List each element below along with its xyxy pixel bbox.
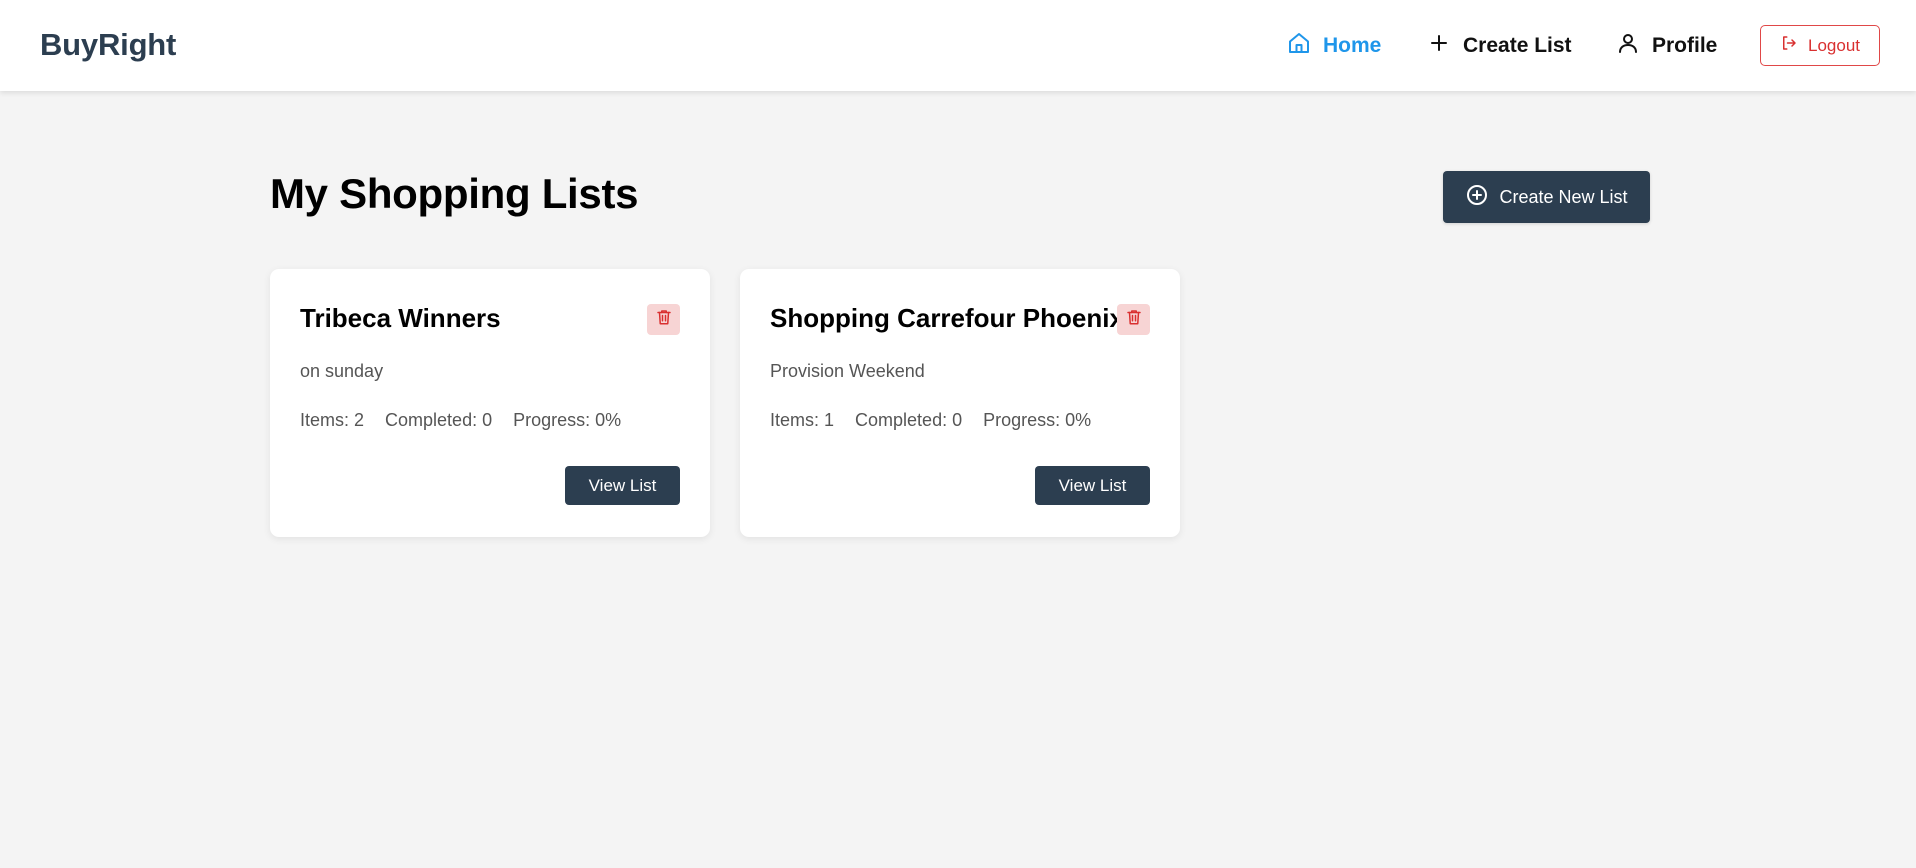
- user-icon: [1616, 31, 1640, 61]
- plus-circle-icon: [1465, 183, 1489, 212]
- list-description: Provision Weekend: [770, 361, 925, 381]
- nav-home[interactable]: Home: [1287, 30, 1381, 62]
- list-title: Tribeca Winners: [300, 303, 501, 333]
- list-progress: Progress: 0%: [513, 410, 622, 430]
- trash-icon: [655, 308, 673, 331]
- logout-button[interactable]: Logout: [1760, 25, 1880, 66]
- shopping-list-card: Tribeca Winners on sunday Items: 2 Compl…: [270, 269, 710, 537]
- trash-icon: [1125, 308, 1143, 331]
- navbar: BuyRight Home Create List Profile Logout: [0, 0, 1916, 91]
- list-progress: Progress: 0%: [983, 410, 1092, 430]
- plus-icon: [1427, 31, 1451, 61]
- delete-list-button[interactable]: [647, 304, 680, 335]
- create-new-list-button[interactable]: Create New List: [1443, 171, 1650, 223]
- create-new-list-label: Create New List: [1499, 186, 1628, 207]
- shopping-list-card: Shopping Carrefour Phoenix Provision Wee…: [740, 269, 1180, 537]
- nav-home-label: Home: [1323, 34, 1382, 57]
- page-title: My Shopping Lists: [270, 170, 639, 217]
- nav-create-list-label: Create List: [1463, 34, 1572, 57]
- nav-create-list[interactable]: Create List: [1427, 30, 1572, 62]
- list-completed-count: Completed: 0: [385, 410, 493, 430]
- list-stats: Items: 1 Completed: 0 Progress: 0%: [770, 410, 1091, 431]
- list-title: Shopping Carrefour Phoenix: [770, 303, 1124, 333]
- delete-list-button[interactable]: [1117, 304, 1150, 335]
- brand-logo[interactable]: BuyRight: [40, 27, 176, 63]
- list-stats: Items: 2 Completed: 0 Progress: 0%: [300, 410, 621, 431]
- list-description: on sunday: [300, 361, 384, 381]
- view-list-button[interactable]: View List: [565, 466, 680, 505]
- list-items-count: Items: 2: [300, 410, 365, 430]
- logout-label: Logout: [1808, 35, 1860, 55]
- view-list-button[interactable]: View List: [1035, 466, 1150, 505]
- home-icon: [1287, 31, 1311, 61]
- list-items-count: Items: 1: [770, 410, 835, 430]
- logout-icon: [1780, 34, 1798, 57]
- nav-profile-label: Profile: [1652, 34, 1718, 57]
- nav-profile[interactable]: Profile: [1616, 30, 1717, 62]
- list-completed-count: Completed: 0: [855, 410, 963, 430]
